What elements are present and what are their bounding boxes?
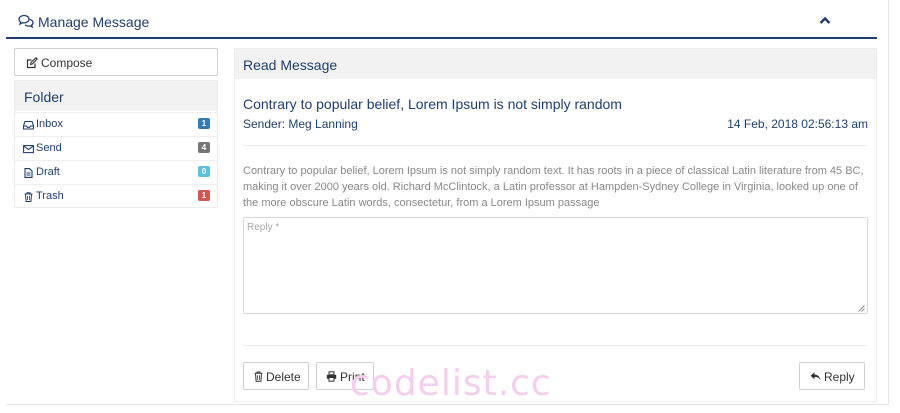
inbox-icon	[23, 120, 34, 130]
read-message-header: Read Message	[235, 49, 876, 79]
delete-button[interactable]: Delete	[243, 362, 309, 390]
count-badge: 4	[198, 142, 210, 153]
compose-label: Compose	[41, 56, 93, 70]
compose-button[interactable]: Compose	[14, 48, 218, 76]
delete-label: Delete	[266, 370, 301, 384]
edit-icon	[26, 57, 38, 69]
comments-icon	[18, 14, 34, 28]
watermark: codelist.cc	[350, 363, 552, 404]
divider	[243, 345, 867, 346]
sidebar-item-draft[interactable]: Draft 0	[15, 160, 217, 184]
count-badge: 0	[198, 166, 210, 177]
message-date: 14 Feb, 2018 02:56:13 am	[727, 117, 868, 131]
sidebar-item-label: Inbox	[36, 118, 63, 130]
sidebar-item-trash[interactable]: Trash 1	[15, 184, 217, 208]
sidebar-item-label: Send	[36, 142, 62, 154]
reply-button[interactable]: Reply	[799, 362, 865, 390]
sidebar-item-label: Trash	[36, 190, 64, 202]
print-icon	[326, 371, 337, 382]
sidebar-item-send[interactable]: Send 4	[15, 136, 217, 160]
count-badge: 1	[198, 190, 210, 201]
count-badge: 1	[198, 118, 210, 129]
trash-icon	[24, 192, 33, 202]
panel-header: Manage Message	[6, 0, 877, 39]
read-message-panel: Read Message Contrary to popular belief,…	[234, 48, 877, 402]
page-title: Manage Message	[38, 14, 150, 30]
divider	[243, 145, 867, 146]
folder-panel: Folder Inbox 1 Send 4 Draft 0 Trash 1	[14, 80, 218, 208]
reply-input[interactable]	[243, 217, 868, 314]
message-subject: Contrary to popular belief, Lorem Ipsum …	[243, 96, 622, 112]
message-body: Contrary to popular belief, Lorem Ipsum …	[243, 165, 864, 209]
message-sender: Sender: Meg Lanning	[243, 117, 358, 131]
reply-label: Reply	[824, 370, 855, 384]
sidebar-item-label: Draft	[36, 166, 60, 178]
read-message-title: Read Message	[243, 57, 338, 73]
folder-header: Folder	[15, 81, 217, 111]
manage-message-panel: Manage Message Compose Folder Inbox 1 Se…	[6, 0, 889, 405]
chevron-up-icon[interactable]	[818, 14, 832, 26]
folder-title: Folder	[24, 89, 64, 105]
reply-icon	[810, 372, 821, 381]
trash-icon	[254, 371, 263, 382]
sidebar-item-inbox[interactable]: Inbox 1	[15, 112, 217, 136]
file-icon	[24, 168, 33, 178]
envelope-icon	[23, 145, 34, 154]
